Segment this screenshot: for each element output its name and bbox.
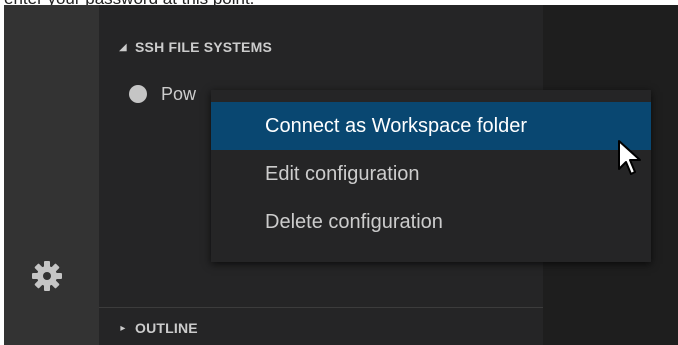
vscode-window: ◢ SSH FILE SYSTEMS Pow ▸ OUTLINE Connect…	[4, 5, 678, 345]
gear-icon[interactable]	[30, 259, 64, 293]
ssh-config-label: Pow	[161, 83, 197, 104]
menu-item-delete-configuration[interactable]: Delete configuration	[211, 198, 651, 246]
outline-title: OUTLINE	[135, 320, 198, 336]
chevron-right-icon: ▸	[120, 322, 126, 334]
activity-bar	[4, 5, 99, 345]
status-dot-icon	[129, 85, 147, 103]
menu-item-edit-configuration[interactable]: Edit configuration	[211, 150, 651, 198]
cursor-icon	[618, 140, 641, 175]
outline-header[interactable]: ▸ OUTLINE	[99, 312, 543, 344]
section-divider	[99, 307, 543, 308]
menu-item-connect-workspace-folder[interactable]: Connect as Workspace folder	[211, 102, 651, 150]
context-menu: Connect as Workspace folder Edit configu…	[211, 90, 651, 262]
chevron-down-icon: ◢	[119, 41, 127, 53]
ssh-file-systems-title: SSH FILE SYSTEMS	[135, 39, 272, 55]
ssh-file-systems-header[interactable]: ◢ SSH FILE SYSTEMS	[99, 31, 543, 63]
